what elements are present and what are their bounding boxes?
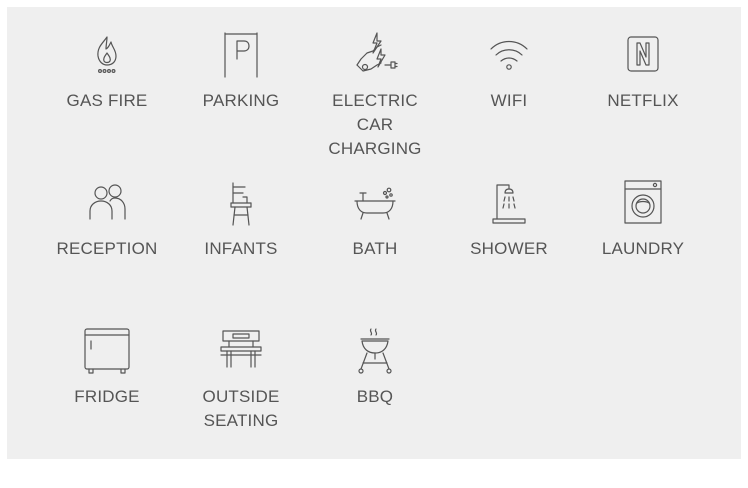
amenity-label: PARKING xyxy=(202,91,280,110)
amenity-bath: BATH xyxy=(305,179,445,261)
amenity-label: SHOWER xyxy=(470,239,548,258)
amenity-reception: RECEPTION xyxy=(37,179,177,261)
high-chair-icon xyxy=(217,179,265,227)
amenity-wifi: WIFI xyxy=(439,31,579,113)
amenity-label: RECEPTION xyxy=(56,239,158,258)
electric-car-icon xyxy=(351,31,399,79)
amenity-gas-fire: GAS FIRE xyxy=(37,31,177,113)
amenity-infants: INFANTS xyxy=(171,179,311,261)
washing-machine-icon xyxy=(619,179,667,227)
amenity-label: OUTSIDE SEATING xyxy=(202,387,280,430)
amenity-label: BATH xyxy=(352,239,398,258)
amenity-label: LAUNDRY xyxy=(601,239,685,258)
people-icon xyxy=(83,179,131,227)
amenity-electric-car-charging: ELECTRIC CAR CHARGING xyxy=(305,31,445,161)
amenity-outside-seating: OUTSIDE SEATING xyxy=(171,327,311,433)
amenity-label: ELECTRIC CAR CHARGING xyxy=(328,91,422,158)
amenity-label: GAS FIRE xyxy=(66,91,148,110)
netflix-icon xyxy=(619,31,667,79)
grill-icon xyxy=(351,327,399,375)
amenity-label: WIFI xyxy=(490,91,528,110)
amenities-panel: GAS FIRE PARKING ELECTRIC CAR CHARGING W… xyxy=(7,7,741,459)
amenity-netflix: NETFLIX xyxy=(573,31,713,113)
parking-icon xyxy=(217,31,265,79)
amenity-laundry: LAUNDRY xyxy=(573,179,713,261)
amenity-fridge: FRIDGE xyxy=(37,327,177,409)
bathtub-icon xyxy=(351,179,399,227)
fridge-icon xyxy=(83,327,131,375)
amenity-label: INFANTS xyxy=(204,239,278,258)
amenity-parking: PARKING xyxy=(171,31,311,113)
amenity-label: NETFLIX xyxy=(607,91,679,110)
wifi-icon xyxy=(485,31,533,79)
bench-icon xyxy=(217,327,265,375)
shower-icon xyxy=(485,179,533,227)
amenity-label: FRIDGE xyxy=(74,387,140,406)
amenity-shower: SHOWER xyxy=(439,179,579,261)
fire-icon xyxy=(83,31,131,79)
amenity-bbq: BBQ xyxy=(305,327,445,409)
amenity-label: BBQ xyxy=(356,387,394,406)
